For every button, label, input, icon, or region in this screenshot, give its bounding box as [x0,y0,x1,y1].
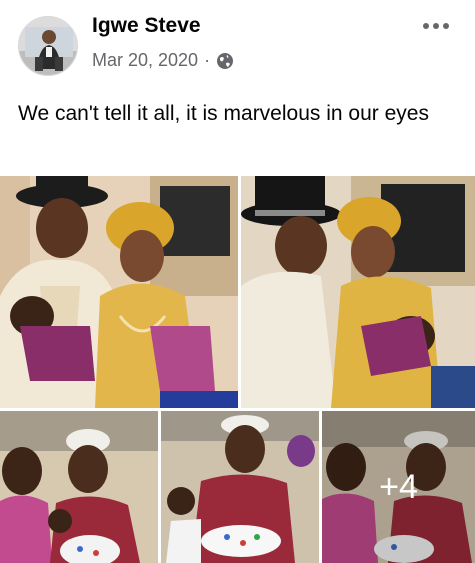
avatar-image [19,17,77,75]
more-photos-count[interactable]: +4 [322,411,475,563]
more-dot [443,23,449,29]
photo-1[interactable] [0,176,238,408]
globe-icon[interactable] [216,52,234,70]
photo-3[interactable] [0,411,158,563]
author-name[interactable]: Igwe Steve [92,14,201,38]
avatar[interactable] [18,16,78,76]
photo-2[interactable] [241,176,475,408]
post-text: We can't tell it all, it is marvelous in… [18,102,429,125]
more-options-icon[interactable] [419,14,453,38]
meta-separator: · [204,50,211,70]
more-dot [423,23,429,29]
photo-grid: +4 [0,176,475,563]
photo-5-more[interactable]: +4 [322,411,475,563]
post-header: Igwe Steve Mar 20, 2020 · [0,0,475,90]
post-meta: Mar 20, 2020 · [92,50,234,71]
post-date[interactable]: Mar 20, 2020 [92,50,198,71]
more-dot [433,23,439,29]
photo-4[interactable] [161,411,319,563]
